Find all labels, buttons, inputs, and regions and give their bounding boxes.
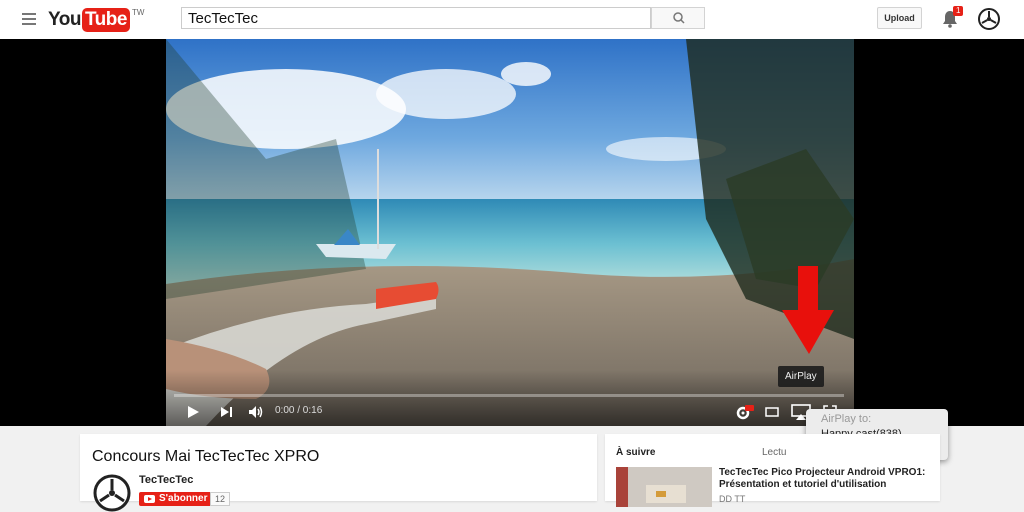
airplay-pointer-arrow (782, 266, 834, 354)
projector-thumbnail-image (616, 467, 712, 507)
search-icon (673, 12, 685, 24)
up-next-card: À suivre Lectu TecTecTec Pico Projecteur… (605, 434, 940, 507)
next-video-thumbnail[interactable] (616, 467, 712, 507)
video-frame[interactable] (166, 39, 854, 426)
subscribe-label: S'abonner (159, 493, 208, 504)
logo-you-text: You (48, 9, 81, 30)
youtube-logo[interactable]: You Tube TW (48, 8, 144, 32)
autoplay-label: Lectu (762, 447, 787, 458)
time-display: 0:00 / 0:16 (275, 405, 323, 416)
channel-name[interactable]: TecTecTec (139, 474, 193, 486)
upload-button[interactable]: Upload (877, 7, 922, 29)
up-next-label: À suivre (616, 447, 656, 458)
airplay-menu-title: AirPlay to: (821, 413, 872, 425)
play-icon[interactable] (186, 405, 200, 419)
next-video-channel: DD TT (719, 494, 746, 504)
logo-region-label: TW (131, 8, 145, 17)
settings-gear-icon[interactable] (736, 404, 754, 420)
subscribe-button[interactable]: S'abonner (139, 492, 214, 506)
video-title: Concours Mai TecTecTec XPRO (92, 448, 320, 465)
account-avatar-icon[interactable] (978, 8, 1000, 30)
logo-tube-text: Tube (81, 8, 130, 32)
search-input[interactable] (181, 7, 651, 29)
hamburger-menu-icon[interactable] (22, 13, 36, 25)
notification-count-badge: 1 (953, 6, 964, 16)
beach-scene-image (166, 39, 854, 426)
airplay-tooltip: AirPlay (778, 366, 824, 387)
search-button[interactable] (651, 7, 705, 29)
video-info-card: Concours Mai TecTecTec XPRO TecTecTec S'… (80, 434, 597, 512)
channel-avatar-icon[interactable] (93, 474, 131, 512)
next-video-title[interactable]: TecTecTec Pico Projecteur Android VPRO1:… (719, 467, 934, 491)
volume-icon[interactable] (248, 405, 264, 419)
next-icon[interactable] (220, 406, 234, 418)
subscriber-count: 12 (210, 492, 231, 506)
youtube-play-icon (144, 495, 155, 503)
progress-bar[interactable] (174, 394, 844, 397)
theater-mode-icon[interactable] (765, 406, 779, 418)
